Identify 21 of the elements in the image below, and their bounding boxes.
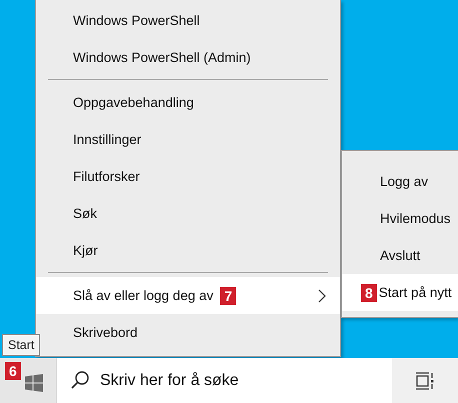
number-badge: 7 [220,286,236,304]
menu-item[interactable]: Windows PowerShell (Admin) [36,39,340,76]
menu-item[interactable]: Slå av eller logg deg av 7 [36,277,340,314]
menu-item[interactable]: 8 Start på nytt [342,274,458,311]
tooltip: Start [2,334,40,356]
menu-item[interactable]: Oppgavebehandling [36,84,340,121]
menu-item[interactable]: Hvilemodus [342,200,458,237]
menu-item[interactable]: Kjør [36,232,340,269]
windows-logo-icon [25,374,43,392]
search-icon [70,370,90,390]
menu-item[interactable]: Logg av [342,163,458,200]
menu-item[interactable]: Innstillinger [36,121,340,158]
number-badge: 6 [5,362,21,380]
number-badge: 8 [361,284,377,302]
task-view-icon[interactable] [415,370,435,390]
search-field[interactable]: Skriv her for å søke [56,358,392,403]
menu-item[interactable]: Søk [36,195,340,232]
menu-item[interactable]: Filutforsker [36,158,340,195]
menu-item[interactable]: Avslutt [342,237,458,274]
menu-item[interactable]: Windows PowerShell [36,2,340,39]
start-button[interactable]: 6 [0,358,56,403]
